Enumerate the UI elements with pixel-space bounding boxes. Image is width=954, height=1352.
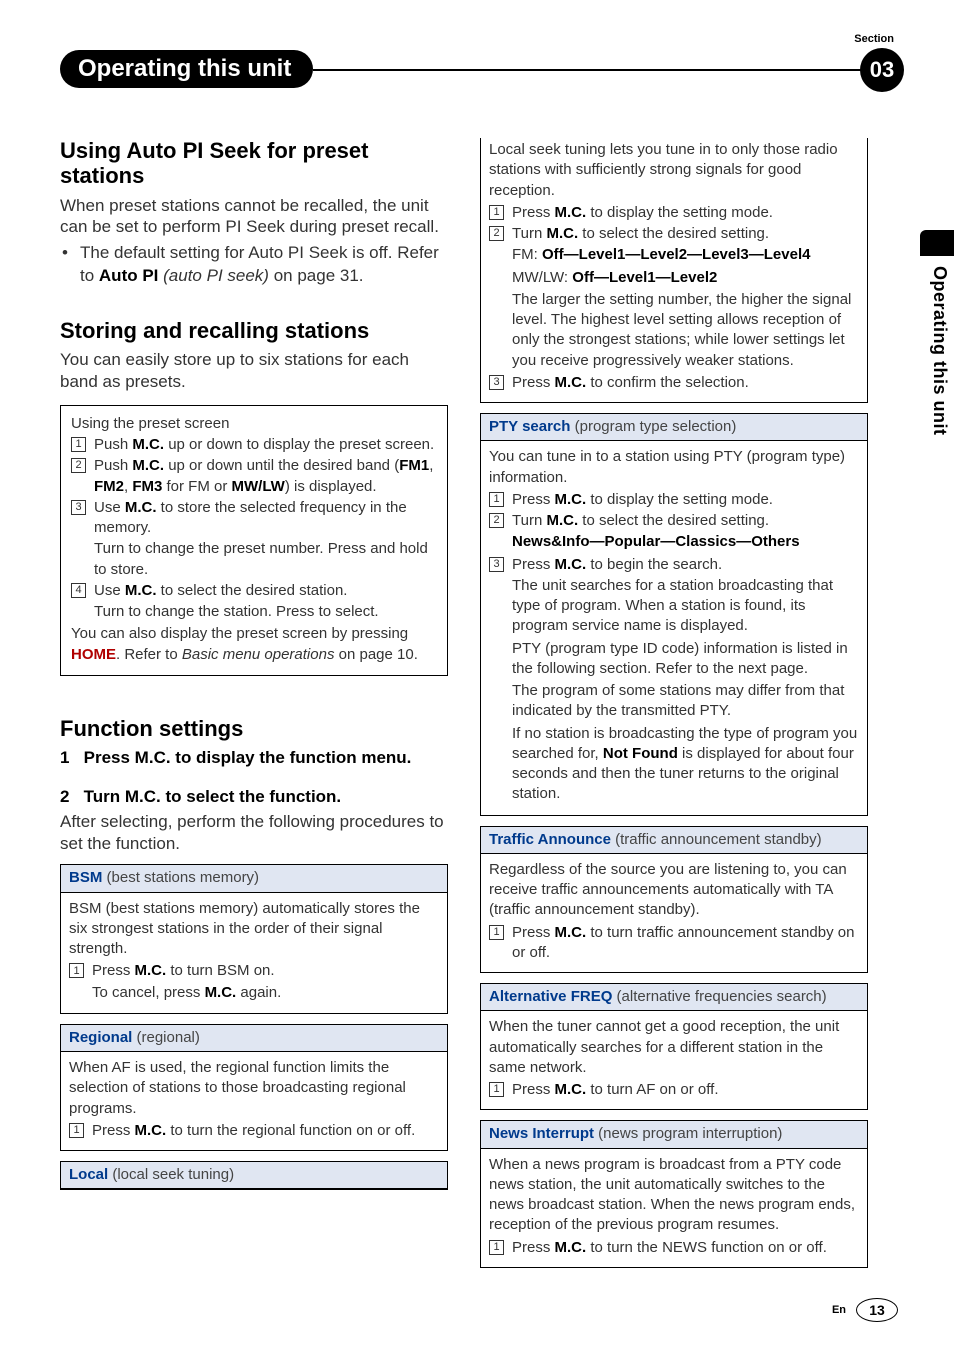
section-number-badge: 03 (860, 48, 904, 92)
step-num: 1 (489, 1082, 504, 1097)
func-step-2: 2 Turn M.C. to select the function. (60, 786, 448, 809)
section-number: 03 (870, 55, 894, 85)
local-step-2: 2 Turn M.C. to select the desired settin… (489, 224, 859, 244)
local-box-body: Local seek tuning lets you tune in to on… (480, 138, 868, 403)
side-tab: Operating this unit (920, 230, 954, 490)
ta-head: Traffic Announce (traffic announcement s… (481, 826, 867, 854)
local-step-3: 3 Press M.C. to confirm the selection. (489, 373, 859, 393)
local-text: Local seek tuning lets you tune in to on… (489, 140, 859, 201)
bullet-text: The default setting for Auto PI Seek is … (80, 242, 448, 288)
heading-storing: Storing and recalling stations (60, 318, 448, 343)
pty-expl-1: The unit searches for a station broadcas… (512, 576, 859, 637)
page-header: Operating this unit Section 03 (60, 50, 898, 98)
preset-step-2: 2 Push M.C. up or down until the desired… (71, 456, 437, 497)
pty-expl-3: The program of some stations may differ … (512, 681, 859, 722)
step-num: 1 (69, 1123, 84, 1138)
ta-step-1: 1 Press M.C. to turn traffic announcemen… (489, 923, 859, 964)
ni-step-1: 1 Press M.C. to turn the NEWS function o… (489, 1238, 859, 1258)
regional-text: When AF is used, the regional function l… (69, 1058, 439, 1119)
step-num: 1 (489, 492, 504, 507)
ni-text: When a news program is broadcast from a … (489, 1155, 859, 1236)
step-num: 1 (489, 1240, 504, 1255)
chapter-tab: Operating this unit (60, 50, 313, 88)
pty-options: News&Info—Popular—Classics—Others (512, 532, 859, 552)
left-column: Using Auto PI Seek for preset stations W… (60, 138, 448, 1268)
bsm-text: BSM (best stations memory) automatically… (69, 899, 439, 960)
section-label: Section (854, 32, 894, 47)
local-step-1: 1 Press M.C. to display the setting mode… (489, 203, 859, 223)
preset-step-4: 4 Use M.C. to select the desired station… (71, 581, 437, 601)
pty-step-1: 1 Press M.C. to display the setting mode… (489, 490, 859, 510)
ta-text: Regardless of the source you are listeni… (489, 860, 859, 921)
bsm-step-1: 1 Press M.C. to turn BSM on. (69, 961, 439, 981)
local-fm: FM: Off—Level1—Level2—Level3—Level4 (512, 245, 859, 265)
footer-lang: En (832, 1303, 846, 1318)
local-mw: MW/LW: Off—Level1—Level2 (512, 268, 859, 288)
step-num: 3 (489, 557, 504, 572)
auto-pi-text: When preset stations cannot be recalled,… (60, 195, 448, 239)
bullet-dot: • (62, 242, 80, 288)
local-box-head: Local (local seek tuning) (60, 1161, 448, 1190)
regional-box: Regional (regional) When AF is used, the… (60, 1024, 448, 1151)
bsm-head: BSM (best stations memory) (61, 865, 447, 892)
step-num: 3 (489, 375, 504, 390)
page-footer: En 13 (832, 1298, 898, 1322)
af-text: When the tuner cannot get a good recepti… (489, 1017, 859, 1078)
local-explain: The larger the setting number, the highe… (512, 290, 859, 371)
preset-step-4-note: Turn to change the station. Press to sel… (94, 602, 437, 622)
step-num: 2 (489, 513, 504, 528)
pty-box: PTY search (program type selection) You … (480, 413, 868, 816)
right-column: Local seek tuning lets you tune in to on… (480, 138, 868, 1268)
ni-head: News Interrupt (news program interruptio… (481, 1120, 867, 1148)
side-tab-text: Operating this unit (928, 266, 952, 436)
preset-box: Using the preset screen 1 Push M.C. up o… (60, 405, 448, 676)
func-step-2-text: After selecting, perform the following p… (60, 811, 448, 855)
ta-box: Traffic Announce (traffic announcement s… (480, 826, 868, 974)
preset-footnote: You can also display the preset screen b… (71, 624, 437, 665)
preset-step-3: 3 Use M.C. to store the selected frequen… (71, 498, 437, 539)
pty-expl-4: If no station is broadcasting the type o… (512, 724, 859, 805)
pty-step-2: 2 Turn M.C. to select the desired settin… (489, 511, 859, 531)
page-number: 13 (856, 1298, 898, 1322)
regional-head: Regional (regional) (61, 1024, 447, 1052)
step-num: 2 (71, 458, 86, 473)
step-num: 1 (489, 925, 504, 940)
auto-pi-bullet: • The default setting for Auto PI Seek i… (62, 242, 448, 288)
af-box: Alternative FREQ (alternative frequencie… (480, 983, 868, 1110)
ni-box: News Interrupt (news program interruptio… (480, 1120, 868, 1268)
af-step-1: 1 Press M.C. to turn AF on or off. (489, 1080, 859, 1100)
preset-step-3-note: Turn to change the preset number. Press … (94, 539, 437, 580)
step-num: 1 (69, 963, 84, 978)
side-tab-marker (920, 230, 954, 256)
bsm-box: BSM (best stations memory) BSM (best sta… (60, 864, 448, 1014)
storing-text: You can easily store up to six stations … (60, 349, 448, 393)
step-num: 1 (489, 205, 504, 220)
bsm-cancel: To cancel, press M.C. again. (92, 983, 439, 1003)
regional-step-1: 1 Press M.C. to turn the regional functi… (69, 1121, 439, 1141)
step-num: 3 (71, 500, 86, 515)
pty-expl-2: PTY (program type ID code) information i… (512, 639, 859, 680)
heading-auto-pi: Using Auto PI Seek for preset stations (60, 138, 448, 189)
func-step-1: 1 Press M.C. to display the function men… (60, 747, 448, 770)
local-head: Local (local seek tuning) (61, 1161, 447, 1189)
pty-step-3: 3 Press M.C. to begin the search. (489, 555, 859, 575)
preset-title: Using the preset screen (71, 414, 437, 434)
heading-function-settings: Function settings (60, 716, 448, 741)
af-head: Alternative FREQ (alternative frequencie… (481, 983, 867, 1011)
step-num: 4 (71, 583, 86, 598)
pty-text: You can tune in to a station using PTY (… (489, 447, 859, 488)
chapter-title: Operating this unit (78, 53, 291, 85)
preset-step-1: 1 Push M.C. up or down to display the pr… (71, 435, 437, 455)
step-num: 2 (489, 226, 504, 241)
pty-head: PTY search (program type selection) (481, 413, 867, 441)
step-num: 1 (71, 437, 86, 452)
